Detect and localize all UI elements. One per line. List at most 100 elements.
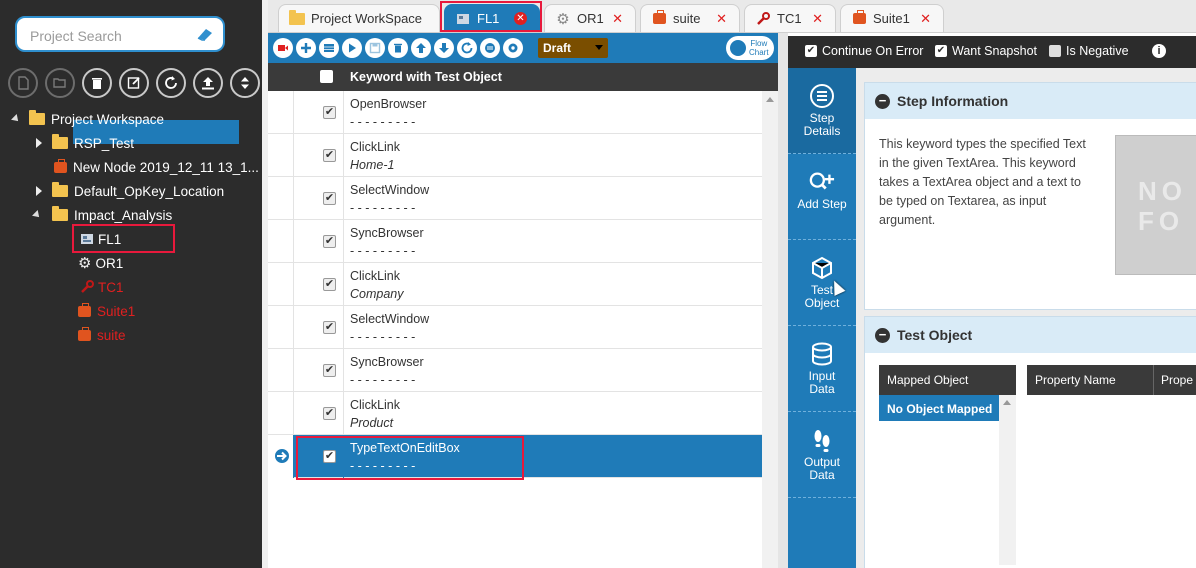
tab-label: TC1 (777, 11, 802, 26)
table-row[interactable]: ✔ OpenBrowser - - - - - - - - - (268, 91, 762, 134)
tab-or1[interactable]: ⚙ OR1 ✕ (544, 4, 636, 32)
step-checkbox[interactable]: ✔ (323, 235, 336, 248)
flow-chart-button[interactable]: Flow Chart (726, 36, 774, 60)
grid-scrollbar[interactable] (762, 91, 778, 568)
folder-icon (52, 134, 68, 149)
option-label: Is Negative (1066, 44, 1129, 58)
step-information-header[interactable]: − Step Information (865, 83, 1196, 119)
chevron-down-icon (595, 45, 603, 50)
delete-step-button[interactable] (388, 38, 408, 58)
tree-item-project-workspace[interactable]: Project Workspace (11, 108, 164, 130)
is-negative-checkbox[interactable]: Is Negative (1049, 44, 1129, 58)
upload-button[interactable] (193, 68, 223, 98)
close-tab-icon[interactable]: ✕ (612, 11, 623, 27)
select-all-checkbox[interactable] (320, 70, 333, 83)
step-checkbox[interactable]: ✔ (323, 407, 336, 420)
status-dropdown[interactable]: Draft (538, 38, 608, 58)
tab-tc1[interactable]: TC1 ✕ (744, 4, 836, 32)
scroll-up-icon[interactable] (1003, 400, 1011, 405)
step-detail-content: − Step Information This keyword types th… (856, 68, 1196, 568)
tab-suite1[interactable]: Suite1 ✕ (840, 4, 944, 32)
table-row[interactable]: ✔ ClickLink Company (268, 263, 762, 306)
continue-on-error-checkbox[interactable]: ✔ Continue On Error (805, 44, 923, 58)
tree-item-suite1[interactable]: Suite1 (78, 300, 135, 322)
info-icon[interactable]: i (1152, 44, 1166, 58)
trash-icon (394, 43, 402, 53)
suite-icon (651, 10, 667, 26)
tree-item-or1[interactable]: ⚙ OR1 (78, 252, 123, 274)
open-folder-button[interactable] (45, 68, 75, 98)
table-row[interactable]: ✔ ClickLink Home-1 (268, 134, 762, 177)
checkbox-checked[interactable]: ✔ (935, 45, 947, 57)
close-tab-icon[interactable]: ✕ (812, 11, 823, 27)
panel-splitter[interactable] (778, 33, 788, 568)
step-checkbox[interactable]: ✔ (323, 106, 336, 119)
record-button[interactable] (273, 38, 293, 58)
save-button[interactable] (365, 38, 385, 58)
checkbox-unchecked[interactable] (1049, 45, 1061, 57)
nav-step-details[interactable]: Step Details (788, 68, 856, 154)
add-step-button[interactable] (296, 38, 316, 58)
expanded-arrow-icon[interactable] (11, 114, 21, 124)
table-row[interactable]: ✔ SyncBrowser - - - - - - - - - (268, 220, 762, 263)
table-row[interactable]: ✔ SyncBrowser - - - - - - - - - (268, 349, 762, 392)
checkbox-checked[interactable]: ✔ (805, 45, 817, 57)
tree-item-new-node[interactable]: New Node 2019_12_11 13_1... (54, 156, 259, 178)
mapped-object-scrollbar[interactable] (999, 365, 1016, 565)
table-row[interactable]: ✔ SelectWindow - - - - - - - - - (268, 306, 762, 349)
layers-icon (485, 43, 495, 53)
expanded-arrow-icon[interactable] (32, 210, 42, 220)
tree-item-impact-analysis[interactable]: Impact_Analysis (32, 204, 173, 226)
move-down-button[interactable] (434, 38, 454, 58)
arrow-up-icon (416, 43, 426, 53)
new-file-button[interactable] (8, 68, 38, 98)
step-keyword: OpenBrowser (350, 97, 427, 111)
edit-button[interactable] (119, 68, 149, 98)
nav-test-object[interactable]: Test Object (788, 240, 856, 326)
table-row[interactable]: ✔ SelectWindow - - - - - - - - - (268, 177, 762, 220)
step-checkbox[interactable]: ✔ (323, 364, 336, 377)
tree-label: suite (97, 327, 126, 343)
step-checkbox[interactable]: ✔ (323, 321, 336, 334)
collapsed-arrow-icon[interactable] (36, 186, 42, 196)
move-up-button[interactable] (411, 38, 431, 58)
settings-button[interactable] (503, 38, 523, 58)
tree-label: Impact_Analysis (74, 207, 173, 223)
refresh-steps-button[interactable] (457, 38, 477, 58)
close-tab-icon[interactable]: ✕ (716, 11, 727, 27)
scroll-up-icon[interactable] (766, 97, 774, 102)
step-checkbox[interactable]: ✔ (323, 149, 336, 162)
save-icon (369, 42, 381, 54)
collapsed-arrow-icon[interactable] (36, 138, 42, 148)
mapped-object-value[interactable]: No Object Mapped (879, 395, 999, 421)
table-row[interactable]: ✔ ClickLink Product (268, 392, 762, 435)
tab-project-workspace[interactable]: Project WorkSpace (278, 4, 440, 32)
nav-input-data[interactable]: Input Data (788, 326, 856, 412)
layers-button[interactable] (480, 38, 500, 58)
step-keyword: ClickLink (350, 269, 401, 283)
tree-item-tc1[interactable]: TC1 (80, 276, 124, 298)
close-tab-icon[interactable]: ✕ (920, 11, 931, 27)
tree-item-rsp-test[interactable]: RSP_Test (36, 132, 134, 154)
tree-item-default-opkey-location[interactable]: Default_OpKey_Location (36, 180, 224, 202)
collapse-icon[interactable]: − (875, 327, 890, 343)
test-object-header[interactable]: − Test Object (865, 317, 1196, 353)
want-snapshot-checkbox[interactable]: ✔ Want Snapshot (935, 44, 1037, 58)
table-view-button[interactable] (319, 38, 339, 58)
tab-suite[interactable]: suite ✕ (640, 4, 740, 32)
collapse-icon[interactable]: − (875, 93, 890, 109)
tree-item-suite[interactable]: suite (78, 324, 126, 346)
step-checkbox[interactable]: ✔ (323, 278, 336, 291)
project-search-input[interactable]: Project Search (15, 16, 225, 52)
gear-icon: ⚙ (78, 255, 92, 272)
eraser-icon[interactable] (195, 27, 213, 41)
expand-collapse-button[interactable] (230, 68, 260, 98)
step-checkbox[interactable]: ✔ (323, 192, 336, 205)
nav-output-data[interactable]: Output Data (788, 412, 856, 498)
refresh-button[interactable] (156, 68, 186, 98)
folder-icon (52, 182, 68, 197)
delete-button[interactable] (82, 68, 112, 98)
nav-add-step[interactable]: Add Step (788, 154, 856, 240)
run-button[interactable] (342, 38, 362, 58)
fl1-tab-highlight-box (440, 1, 542, 32)
